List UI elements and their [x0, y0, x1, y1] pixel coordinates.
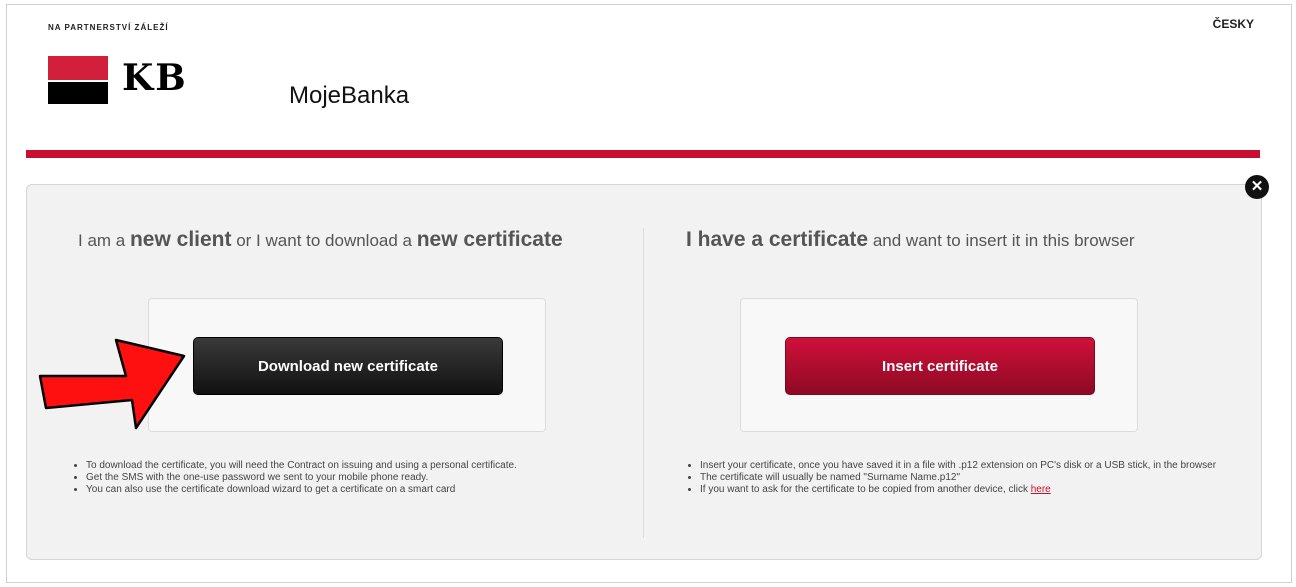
list-item: The certificate will usually be named "S… [700, 472, 1240, 484]
app-name: MojeBanka [289, 82, 410, 109]
copy-certificate-here-link[interactable]: here [1031, 484, 1051, 495]
list-item: Insert your certificate, once you have s… [700, 460, 1240, 472]
new-client-heading: I am a new client or I want to download … [78, 228, 563, 251]
list-item: You can also use the certificate downloa… [86, 484, 626, 496]
column-divider [643, 228, 644, 538]
close-icon[interactable]: ✕ [1245, 175, 1269, 199]
list-item: To download the certificate, you will ne… [86, 460, 626, 472]
insert-notes-list: Insert your certificate, once you have s… [686, 460, 1240, 496]
insert-certificate-button[interactable]: Insert certificate [785, 337, 1095, 395]
existing-certificate-heading: I have a certificate and want to insert … [686, 228, 1135, 251]
red-arrow-icon [38, 338, 186, 430]
header-divider-bar [26, 150, 1260, 158]
download-notes-list: To download the certificate, you will ne… [72, 460, 626, 496]
kb-logo-mark [48, 56, 108, 104]
list-item: Get the SMS with the one-use password we… [86, 472, 626, 484]
kb-logo-text: KB [122, 57, 188, 99]
language-switch-link[interactable]: ČESKY [1213, 17, 1254, 31]
tagline: NA PARTNERSTVÍ ZÁLEŽÍ [48, 23, 169, 32]
download-new-certificate-button[interactable]: Download new certificate [193, 337, 503, 395]
list-item: If you want to ask for the certificate t… [700, 484, 1240, 496]
